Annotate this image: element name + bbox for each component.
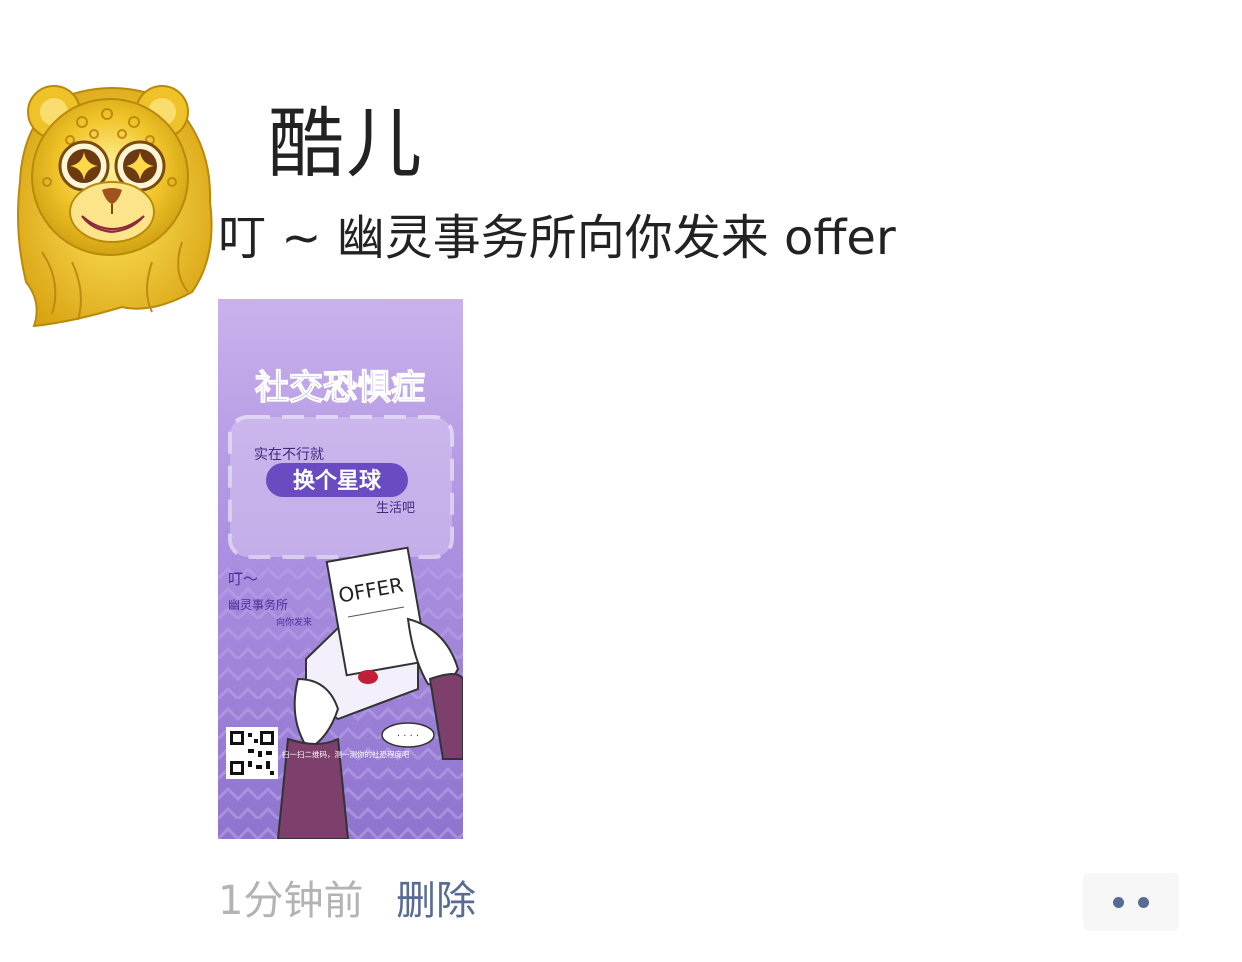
- poster-scan-hint: 扫一扫二维码，测一测你的社恐程度吧: [282, 749, 410, 759]
- poster-title: 社交恐惧症: [255, 368, 425, 408]
- avatar[interactable]: [12, 82, 216, 328]
- poster-sent: 向你发来: [276, 616, 312, 628]
- poster-office: 幽灵事务所: [228, 597, 288, 612]
- poster-bubble: · · · ·: [397, 731, 419, 742]
- poster-ding: 叮～: [228, 570, 258, 588]
- qr-code-icon: [226, 727, 278, 779]
- delete-link[interactable]: 删除: [396, 874, 476, 928]
- more-dots-icon: [1113, 897, 1124, 908]
- poster-line3: 生活吧: [376, 501, 415, 516]
- post-image[interactable]: 社交恐惧症 实在不行就 换个星球 生活吧 叮～ 幽灵事务所 向你发来 OFFER…: [218, 299, 463, 839]
- post-timestamp: 1分钟前: [218, 878, 364, 924]
- poster-line2: 换个星球: [293, 468, 382, 494]
- poster-line1: 实在不行就: [254, 447, 324, 463]
- username[interactable]: 酷儿: [268, 96, 424, 192]
- poster-graphic: 社交恐惧症 实在不行就 换个星球 生活吧 叮～ 幽灵事务所 向你发来 OFFER…: [218, 299, 463, 839]
- more-button[interactable]: [1083, 873, 1179, 931]
- golden-lion-avatar-icon: [17, 85, 213, 328]
- more-dots-icon: [1138, 897, 1149, 908]
- post-text: 叮 ~ 幽灵事务所向你发来 offer: [218, 210, 896, 266]
